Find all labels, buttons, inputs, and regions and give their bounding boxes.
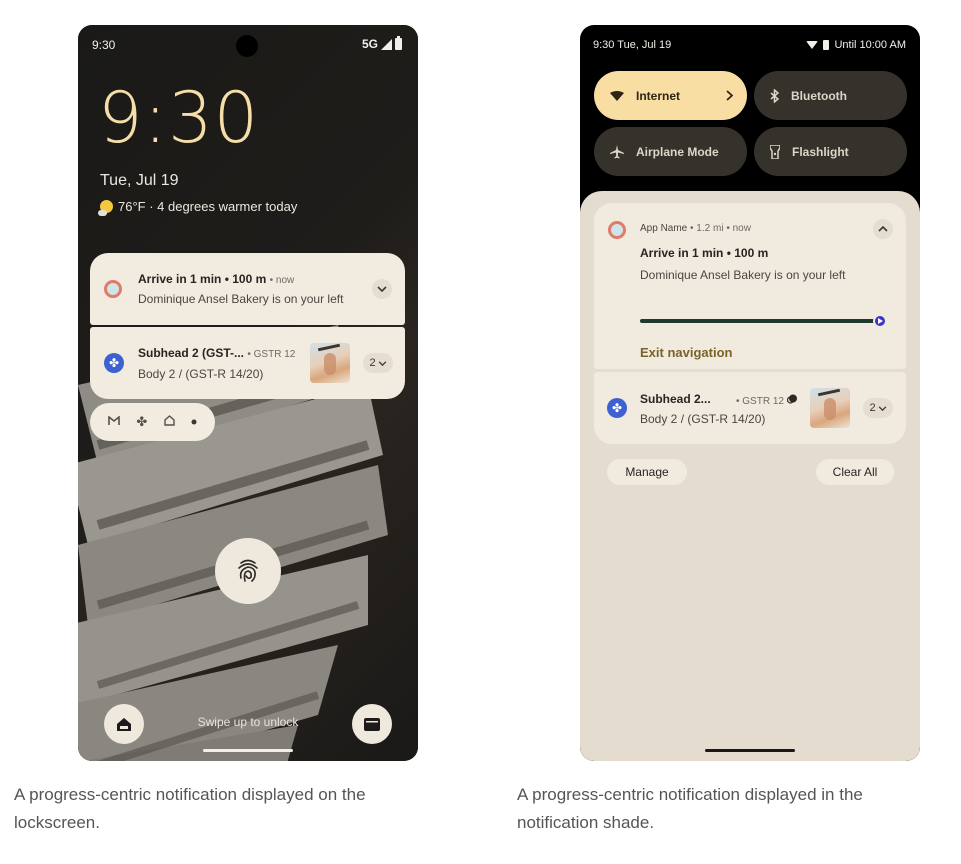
gesture-handle[interactable] <box>705 749 795 752</box>
airplane-icon <box>610 144 624 158</box>
notification-meta: • GSTR 12 <box>247 349 296 360</box>
tile-bluetooth[interactable]: Bluetooth <box>754 71 907 120</box>
chevron-down-icon <box>377 286 387 292</box>
navigation-progress-bar <box>640 314 887 328</box>
gmail-icon <box>108 414 120 429</box>
shade-status-time-date: 9:30 Tue, Jul 19 <box>593 39 672 51</box>
notification-title: Arrive in 1 min • 100 m • now <box>138 272 295 286</box>
tile-internet[interactable]: Internet <box>594 71 747 120</box>
notification-meta: • GSTR 12 <box>736 396 784 407</box>
gesture-handle[interactable] <box>203 749 293 752</box>
collapse-button[interactable] <box>873 219 893 239</box>
notification-title: Subhead 2... <box>640 392 711 406</box>
notification-meta-row: • GSTR 12 <box>736 393 798 407</box>
bluetooth-icon <box>770 88 779 103</box>
group-count-button[interactable]: 2 <box>863 398 893 418</box>
wifi-icon <box>806 41 819 49</box>
tile-airplane-mode[interactable]: Airplane Mode <box>594 127 747 176</box>
notification-thumbnail-image <box>310 343 350 383</box>
progress-tracker-icon <box>873 314 887 328</box>
notification-panel: App Name • 1.2 mi • now Arrive in 1 min … <box>580 191 920 761</box>
navigation-app-icon <box>104 280 122 298</box>
chevron-up-icon <box>878 226 888 232</box>
manage-button[interactable]: Manage <box>607 459 687 485</box>
chevron-down-icon <box>878 405 886 411</box>
shade-grouped-notification[interactable]: ✤ Subhead 2... • GSTR 12 Body 2 / (GST-R… <box>594 372 906 444</box>
lockscreen-phone: 9:30 5G 9:30 Tue, Jul 19 76°F · 4 degree… <box>78 25 418 761</box>
notification-body: Dominique Ansel Bakery is on your left <box>138 292 344 306</box>
notification-meta: • now <box>269 275 295 286</box>
fan-app-icon: ✤ <box>104 353 124 373</box>
group-count-button[interactable]: 2 <box>363 353 393 373</box>
wifi-icon <box>610 90 624 101</box>
notification-thumbnail-image <box>810 388 850 428</box>
wallet-button[interactable] <box>352 704 392 744</box>
app-name: App Name <box>640 223 688 234</box>
expand-button[interactable] <box>372 279 392 299</box>
lock-navigation-notification[interactable]: Arrive in 1 min • 100 m • now Dominique … <box>90 253 405 325</box>
notification-body: Dominique Ansel Bakery is on your left <box>640 268 846 282</box>
notification-body: Body 2 / (GST-R 14/20) <box>138 367 264 381</box>
chevron-right-icon <box>726 88 734 104</box>
fan-icon: ✤ <box>136 414 148 429</box>
notification-title: Arrive in 1 min • 100 m <box>640 246 769 260</box>
chevron-down-icon <box>378 360 386 366</box>
notification-header: App Name • 1.2 mi • now <box>640 223 751 234</box>
tile-label: Internet <box>636 88 681 103</box>
notification-shade-phone: 9:30 Tue, Jul 19 Until 10:00 AM Internet… <box>580 25 920 761</box>
tile-label: Bluetooth <box>791 88 847 103</box>
shade-status-icons: Until 10:00 AM <box>806 39 906 51</box>
status-time: 9:30 <box>92 38 116 52</box>
home-icon <box>163 415 175 429</box>
lock-grouped-notification[interactable]: ✤ Subhead 2 (GST-... • GSTR 12 Body 2 / … <box>90 327 405 399</box>
tile-label: Flashlight <box>792 144 849 159</box>
network-label: 5G <box>361 37 378 51</box>
weather-icon <box>98 200 113 216</box>
battery-icon <box>395 36 402 50</box>
caption-shade: A progress-centric notification displaye… <box>517 785 863 832</box>
more-dot-icon <box>191 416 197 428</box>
battery-estimate: Until 10:00 AM <box>834 39 906 51</box>
signal-icon <box>381 38 392 50</box>
tile-label: Airplane Mode <box>636 144 719 159</box>
lockscreen-date: Tue, Jul 19 <box>100 172 179 189</box>
camera-cutout <box>236 35 258 57</box>
lockscreen-clock: 9:30 <box>98 77 260 159</box>
navigation-app-icon <box>608 221 626 239</box>
clear-all-button[interactable]: Clear All <box>816 459 894 485</box>
notification-title: Subhead 2 (GST-... • GSTR 12 <box>138 346 296 360</box>
wallet-icon <box>364 717 380 731</box>
notification-body: Body 2 / (GST-R 14/20) <box>640 412 766 426</box>
caption-lockscreen: A progress-centric notification displaye… <box>14 785 366 832</box>
flashlight-icon <box>770 144 780 159</box>
fan-app-icon: ✤ <box>607 398 627 418</box>
tile-flashlight[interactable]: Flashlight <box>754 127 907 176</box>
fingerprint-icon <box>238 559 258 582</box>
bubble-icon <box>787 394 798 404</box>
notification-meta: • 1.2 mi • now <box>690 223 751 234</box>
notification-icon-shelf[interactable]: ✤ <box>90 403 215 441</box>
progress-fill <box>640 319 880 323</box>
status-icons: 5G <box>361 36 402 51</box>
fingerprint-button[interactable] <box>215 538 281 604</box>
battery-icon <box>823 40 830 50</box>
lockscreen-weather: 76°F · 4 degrees warmer today <box>98 199 298 216</box>
shade-navigation-notification[interactable]: App Name • 1.2 mi • now Arrive in 1 min … <box>594 203 906 369</box>
exit-navigation-button[interactable]: Exit navigation <box>640 345 732 360</box>
weather-text: 76°F · 4 degrees warmer today <box>118 199 298 214</box>
